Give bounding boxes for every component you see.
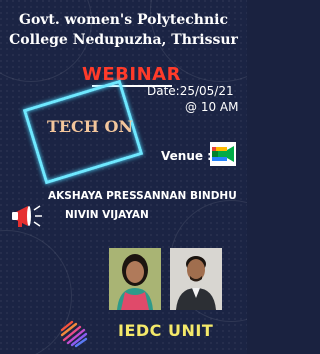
megaphone-icon xyxy=(12,205,42,227)
event-time: @ 10 AM xyxy=(185,100,239,114)
iedc-logo-icon xyxy=(60,320,88,348)
webinar-poster: Govt. women's Polytechnic College Nedupu… xyxy=(0,0,247,354)
event-date: Date:25/05/21 xyxy=(147,84,234,98)
speaker-1-name: AKSHAYA PRESSANNAN BINDHU xyxy=(48,190,237,202)
google-meet-icon xyxy=(210,142,236,166)
college-name-line-2: College Nedupuzha, Thrissur xyxy=(9,32,238,48)
organizer-name: IEDC UNIT xyxy=(118,321,214,340)
speaker-1-photo xyxy=(109,248,161,310)
speaker-2-photo xyxy=(170,248,222,310)
event-name: TECH ON xyxy=(46,117,134,136)
speaker-2-name: NIVIN VIJAYAN xyxy=(65,209,149,221)
college-name-line-1: Govt. women's Polytechnic xyxy=(18,12,228,28)
venue-label: Venue : xyxy=(161,149,212,163)
